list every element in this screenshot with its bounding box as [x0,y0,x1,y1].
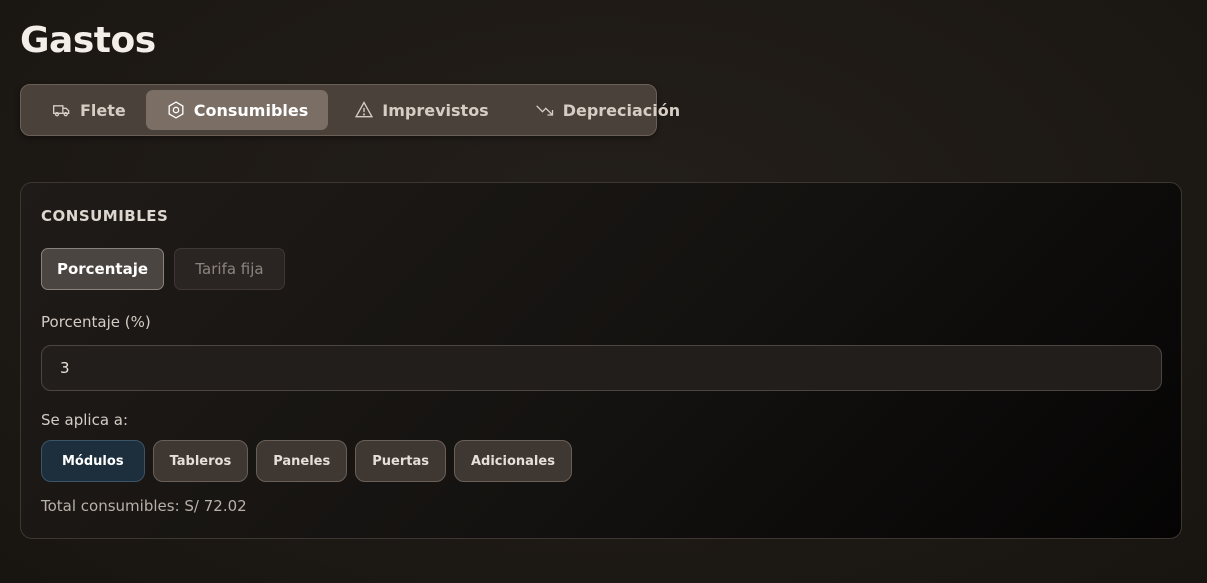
fixed-rate-mode-button[interactable]: Tarifa fija [174,248,285,290]
section-title: CONSUMIBLES [41,207,169,225]
applies-to-label: Se aplica a: [41,411,129,429]
hexagon-nut-icon [168,101,184,119]
trending-down-icon [535,105,553,116]
truck-icon [53,105,70,117]
total-consumibles: Total consumibles: S/ 72.02 [41,497,247,515]
tab-label: Flete [80,100,126,120]
percentage-mode-button[interactable]: Porcentaje [41,248,164,290]
tab-imprevistos[interactable]: Imprevistos [328,90,508,130]
tab-flete[interactable]: Flete [26,90,146,130]
chip-tableros[interactable]: Tableros [152,440,249,482]
chip-modulos[interactable]: Módulos [41,440,145,482]
chip-paneles[interactable]: Paneles [256,440,348,482]
tab-label: Consumibles [193,100,309,120]
chip-puertas[interactable]: Puertas [355,440,446,482]
tab-label: Imprevistos [382,100,489,120]
tab-label: Depreciación [562,100,681,120]
tab-depreciacion[interactable]: Depreciación [509,90,700,130]
tab-consumibles[interactable]: Consumibles [145,90,329,130]
percentage-input[interactable] [41,345,1162,391]
percentage-field-label: Porcentaje (%) [41,313,151,331]
warning-triangle-icon [355,101,374,118]
chip-adicionales[interactable]: Adicionales [453,440,572,482]
expense-tabs: Flete Consumibles Imprevistos Depreciaci… [20,84,680,136]
consumibles-card: CONSUMIBLES Porcentaje Tarifa fija Porce… [20,182,1182,539]
page-title: Gastos [20,20,156,61]
applies-to-chips: Módulos Tableros Paneles Puertas Adicion… [41,440,572,482]
